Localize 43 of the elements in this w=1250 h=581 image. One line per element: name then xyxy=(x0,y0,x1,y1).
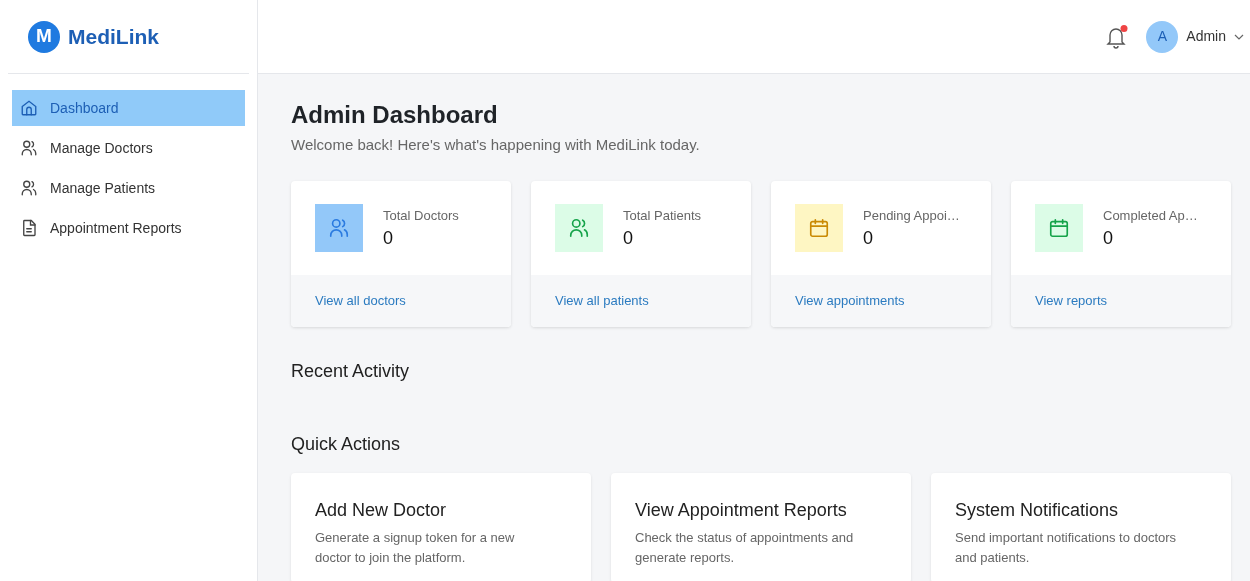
brand-name: MediLink xyxy=(68,23,159,50)
stat-value: 0 xyxy=(383,227,394,250)
action-title: Add New Doctor xyxy=(315,498,448,522)
card-link[interactable]: View reports xyxy=(1035,290,1107,311)
section-title: Recent Activity xyxy=(291,359,411,383)
action-title: View Appointment Reports xyxy=(635,498,848,522)
user-name: Admin xyxy=(1186,27,1226,46)
action-description: Check the status of appointments and generate reports. xyxy=(635,528,855,567)
stat-value: 0 xyxy=(623,227,634,250)
section-title: Quick Actions xyxy=(291,432,402,456)
sidebar-item[interactable]: Appointment Reports xyxy=(12,210,245,246)
action-card[interactable]: Add New Doctor Generate a signup token for a new doctor to join the platform. xyxy=(291,472,591,581)
card-link[interactable]: View all patients xyxy=(555,290,649,311)
action-description: Send important notifications to doctors and patients. xyxy=(955,528,1178,567)
calendar-icon xyxy=(1048,216,1070,239)
action-title: System Notifications xyxy=(955,498,1120,522)
user-menu[interactable]: A Admin xyxy=(1146,20,1244,53)
sidebar-item[interactable]: Dashboard xyxy=(12,90,245,126)
home-icon xyxy=(20,99,38,117)
stat-label: Total Patients xyxy=(623,206,702,225)
stat-label: Total Doctors xyxy=(383,206,459,225)
action-description: Generate a signup token for a new doctor to join the platform. xyxy=(315,528,516,567)
users-icon xyxy=(568,216,590,239)
users-icon xyxy=(20,139,38,157)
sidebar-item[interactable]: Manage Doctors xyxy=(12,130,245,166)
user-avatar: A xyxy=(1146,20,1179,53)
chevron-down-icon xyxy=(1234,33,1244,40)
card-link[interactable]: View appointments xyxy=(795,290,905,311)
action-card[interactable]: View Appointment Reports Check the status of appointments and generate reports. xyxy=(611,472,911,581)
stat-label: Completed Ap… xyxy=(1103,206,1198,225)
users-icon xyxy=(20,179,38,197)
sidebar-item[interactable]: Manage Patients xyxy=(12,170,245,206)
stat-label: Pending Appoi… xyxy=(863,206,960,225)
stat-value: 0 xyxy=(863,227,874,250)
stat-value: 0 xyxy=(1103,227,1114,250)
page-subtitle: Welcome back! Here's what's happening with MediLink today. xyxy=(291,135,701,155)
card-link[interactable]: View all doctors xyxy=(315,290,406,311)
logo-badge: M xyxy=(28,20,60,53)
calendar-icon xyxy=(808,216,830,239)
action-card[interactable]: System Notifications Send important notifications to doctors and patients. xyxy=(931,472,1231,581)
page-title: Admin Dashboard xyxy=(291,100,499,130)
document-icon xyxy=(20,219,38,237)
users-icon xyxy=(328,216,350,239)
